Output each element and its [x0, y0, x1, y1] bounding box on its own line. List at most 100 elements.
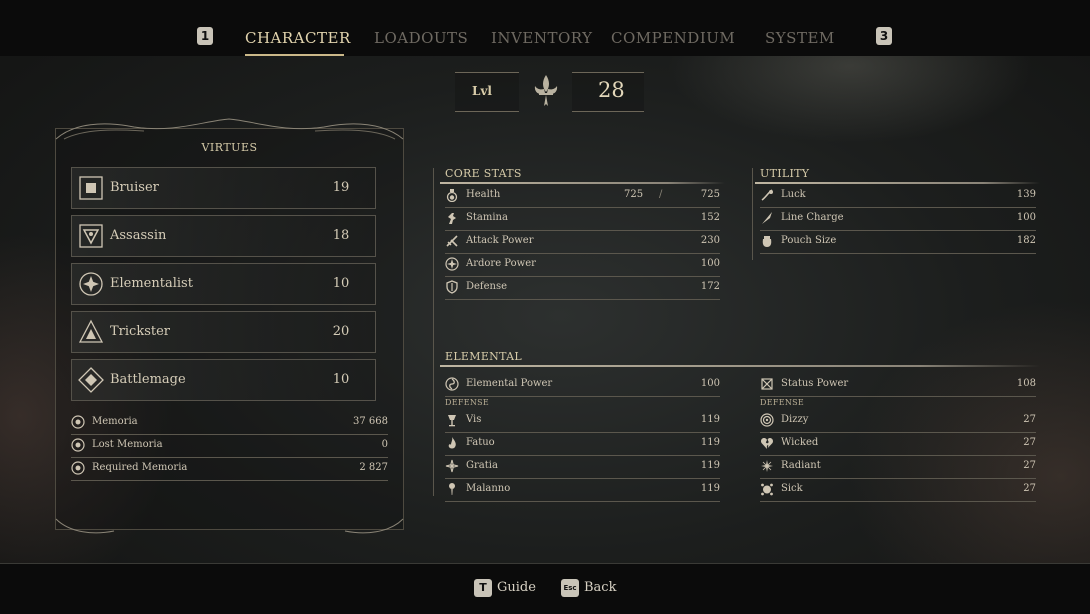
tab-inventory[interactable]: INVENTORY	[491, 29, 593, 47]
stat-name: Sick	[781, 483, 803, 494]
health-flask-icon	[446, 189, 458, 202]
stat-name: Defense	[466, 281, 508, 292]
stat-name: Lost Memoria	[92, 439, 163, 450]
virtue-name: Trickster	[110, 324, 171, 339]
core-stats-title: CORE STATS	[445, 167, 522, 180]
guide-label[interactable]: Guide	[497, 580, 536, 595]
stat-row-pouch-size: Pouch Size 182	[760, 231, 1036, 254]
virtue-row-assassin[interactable]: Assassin 18	[71, 215, 376, 257]
tab-character[interactable]: CHARACTER	[245, 29, 351, 47]
stat-value: 119	[700, 437, 720, 448]
luck-icon	[761, 189, 773, 201]
stat-name: Radiant	[781, 460, 821, 471]
virtue-name: Assassin	[110, 228, 167, 243]
stat-row-wicked: Wicked 27	[760, 433, 1036, 456]
virtue-row-trickster[interactable]: Trickster 20	[71, 311, 376, 353]
trickster-icon	[78, 319, 104, 343]
virtue-value: 19	[332, 180, 350, 195]
stat-row-stamina: Stamina 152	[445, 208, 720, 231]
stat-value: 182	[1016, 235, 1036, 246]
stamina-icon	[448, 213, 456, 224]
stat-name: Ardore Power	[466, 258, 536, 269]
stat-value: 27	[1023, 437, 1036, 448]
virtue-name: Battlemage	[110, 372, 186, 387]
stat-name: Dizzy	[781, 414, 809, 425]
virtue-name: Bruiser	[110, 180, 159, 195]
fatuo-flame-icon	[448, 437, 456, 449]
stat-value: 37 668	[353, 416, 388, 427]
next-tab-key-hint[interactable]: 3	[876, 27, 892, 45]
status-defense-label: DEFENSE	[760, 398, 805, 407]
bruiser-icon	[79, 176, 103, 200]
stat-value: 2 827	[359, 462, 388, 473]
stat-row-luck: Luck 139	[760, 185, 1036, 208]
sick-icon	[761, 483, 773, 496]
stat-name: Memoria	[92, 416, 138, 427]
elemental-rule	[440, 365, 1040, 367]
malanno-icon	[449, 483, 455, 495]
virtue-row-elementalist[interactable]: Elementalist 10	[71, 263, 376, 305]
utility-divider	[752, 168, 753, 260]
virtues-title: VIRTUES	[201, 141, 258, 154]
stat-name: Stamina	[466, 212, 508, 223]
stat-row-attack-power: Attack Power 230	[445, 231, 720, 254]
stat-row-elemental-power: Elemental Power 100	[445, 374, 720, 397]
stat-value: 27	[1023, 483, 1036, 494]
tab-compendium[interactable]: COMPENDIUM	[611, 29, 735, 47]
stat-row-vis: Vis 119	[445, 410, 720, 433]
virtue-row-battlemage[interactable]: Battlemage 10	[71, 359, 376, 401]
tab-loadouts[interactable]: LOADOUTS	[374, 29, 468, 47]
lost-memoria-row: Lost Memoria 0	[71, 435, 388, 458]
utility-rule	[755, 182, 1040, 184]
stat-row-dizzy: Dizzy 27	[760, 410, 1036, 433]
virtue-name: Elementalist	[110, 276, 193, 291]
stat-name: Gratia	[466, 460, 498, 471]
defense-shield-icon	[446, 280, 458, 294]
required-memoria-icon	[71, 461, 85, 475]
top-navigation-bar: 1 CHARACTER LOADOUTS INVENTORY COMPENDIU…	[0, 0, 1090, 56]
prev-tab-key-hint[interactable]: 1	[197, 27, 213, 45]
stat-value: 100	[700, 258, 720, 269]
elemental-power-icon	[445, 377, 459, 391]
stat-row-defense: Defense 172	[445, 277, 720, 300]
assassin-icon	[79, 224, 103, 248]
stat-value: 100	[700, 378, 720, 389]
core-stats-rule	[440, 182, 725, 184]
stat-value: 27	[1023, 414, 1036, 425]
dizzy-spiral-icon	[760, 413, 774, 427]
character-stats-screen: Lvl 28 VIRTUES Bruiser 19 Assassin 18 El…	[0, 56, 1090, 563]
stat-row-radiant: Radiant 27	[760, 456, 1036, 479]
stat-name: Fatuo	[466, 437, 495, 448]
stat-value: 0	[381, 439, 388, 450]
virtue-value: 10	[332, 276, 350, 291]
virtue-value: 18	[332, 228, 350, 243]
core-stats-divider	[433, 168, 434, 496]
radiant-star-icon	[761, 460, 773, 472]
stat-row-health: Health 725 / 725	[445, 185, 720, 208]
battlemage-icon	[78, 367, 104, 393]
stat-name: Pouch Size	[781, 235, 837, 246]
virtue-value: 20	[332, 324, 350, 339]
lost-memoria-icon	[71, 438, 85, 452]
stat-row-gratia: Gratia 119	[445, 456, 720, 479]
vis-icon	[448, 415, 456, 427]
bottom-hint-bar	[0, 563, 1090, 614]
memoria-row: Memoria 37 668	[71, 412, 388, 435]
stat-value: 139	[1016, 189, 1036, 200]
stat-value: 108	[1016, 378, 1036, 389]
stat-row-malanno: Malanno 119	[445, 479, 720, 502]
wicked-broken-heart-icon	[760, 437, 774, 449]
virtue-value: 10	[332, 372, 350, 387]
back-key-hint[interactable]: Esc	[561, 579, 579, 597]
line-charge-icon	[762, 212, 772, 224]
back-label[interactable]: Back	[584, 580, 616, 595]
guide-key-hint[interactable]: T	[474, 579, 492, 597]
stat-value: 100	[1016, 212, 1036, 223]
attack-power-icon	[446, 235, 458, 247]
stat-value: 119	[700, 414, 720, 425]
stat-value: 230	[700, 235, 720, 246]
tab-system[interactable]: SYSTEM	[765, 29, 835, 47]
fleur-de-lis-emblem-icon	[534, 75, 558, 106]
virtue-row-bruiser[interactable]: Bruiser 19	[71, 167, 376, 209]
stat-value: 152	[700, 212, 720, 223]
